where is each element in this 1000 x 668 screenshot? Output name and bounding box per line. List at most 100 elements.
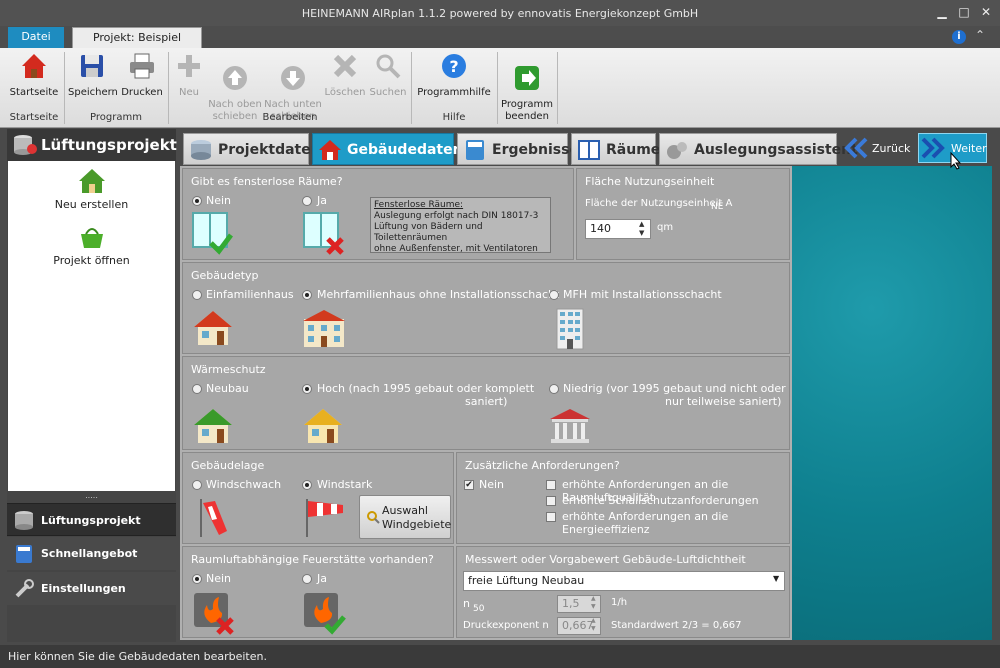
spinner-icon[interactable]: ▲ ▼: [591, 595, 596, 611]
tab-ergebnisse[interactable]: Ergebnisse: [457, 133, 579, 165]
checkbox-raumluftqualitaet[interactable]: [546, 480, 556, 490]
drucken-button[interactable]: Drucken: [120, 52, 164, 99]
windsock-high-icon: [306, 499, 343, 537]
loeschen-button[interactable]: Löschen: [324, 52, 366, 99]
checkbox-schallschutz[interactable]: [546, 496, 556, 506]
programm-beenden-button[interactable]: Programm beenden: [500, 52, 554, 135]
home-icon: [22, 54, 46, 78]
radio-niedrig[interactable]: [549, 384, 559, 394]
radio-neubau[interactable]: [192, 384, 202, 394]
info-icon[interactable]: i: [952, 30, 966, 44]
ribbon-separator: [411, 52, 412, 124]
double-chevron-left-icon: [844, 137, 868, 159]
floorplan-icon: [578, 140, 600, 160]
speichern-label: Speichern: [68, 87, 118, 98]
radio-mehrfamilienhaus[interactable]: [302, 290, 312, 300]
single-house-icon: [194, 311, 232, 345]
spinner-icon[interactable]: ▲ ▼: [591, 617, 596, 633]
projekt-oeffnen-label: Projekt öffnen: [53, 254, 130, 267]
programmhilfe-button[interactable]: ? Programmhilfe: [414, 52, 494, 99]
auswahl-windgebiete-button[interactable]: Auswahl Windgebiete: [359, 495, 451, 539]
magnifier-icon: [367, 511, 380, 524]
nav-schnellangebot-label: Schnellangebot: [41, 547, 138, 560]
group-hilfe-label: Hilfe: [442, 112, 466, 123]
radio-hoch[interactable]: [302, 384, 312, 394]
ribbon-separator: [497, 52, 498, 124]
checkbox-nein[interactable]: ✔: [464, 480, 474, 490]
maximize-icon[interactable]: □: [955, 4, 973, 20]
splitter-grip[interactable]: .....: [7, 492, 176, 501]
panel-gebaeudelage: Gebäudelage Windschwach Windstark Auswah…: [182, 452, 454, 544]
radio-fensterlos-nein[interactable]: [192, 196, 202, 206]
radio-label: Neubau: [206, 382, 249, 395]
nav-schnellangebot[interactable]: Schnellangebot: [7, 537, 176, 570]
radio-einfamilienhaus[interactable]: [192, 290, 202, 300]
radio-mfh-schacht[interactable]: [549, 290, 559, 300]
minimize-icon[interactable]: ▁: [933, 4, 951, 20]
apartment-tower-icon: [556, 308, 584, 350]
panel-title: Gebäudetyp: [191, 269, 259, 282]
tab-gebaeudedaten[interactable]: Gebäudedaten: [312, 133, 463, 165]
database-icon: [15, 511, 33, 530]
panel-title: Gibt es fensterlose Räume?: [191, 175, 343, 188]
projekt-oeffnen-item[interactable]: Projekt öffnen: [8, 223, 175, 267]
dropdown-arrow-icon[interactable]: ▼: [773, 574, 779, 583]
radio-label: Ja: [317, 572, 327, 585]
ribbon-separator: [64, 52, 65, 124]
druckexponent-label: Druckexponent n: [463, 620, 549, 631]
checkbox-label: erhöhte Anforderungen an die Energieeffi…: [562, 510, 729, 536]
renovated-house-icon: [304, 409, 342, 443]
database-icon: [14, 135, 37, 155]
spinner-icon[interactable]: ▲ ▼: [639, 220, 644, 238]
zurueck-label: Zurück: [872, 142, 911, 155]
info-line: ohne Außenfenster, mit Ventilatoren: [374, 244, 538, 254]
tab-ergebnisse-label: Ergebnisse: [492, 142, 579, 158]
tab-projektdaten-label: Projektdaten: [218, 142, 321, 158]
tab-gebaeudedaten-label: Gebäudedaten: [347, 142, 463, 158]
delete-x-icon: [333, 54, 357, 78]
panel-flaeche: Fläche Nutzungseinheit Fläche der Nutzun…: [576, 168, 790, 260]
tab-datei[interactable]: Datei: [8, 27, 64, 48]
multi-family-house-icon: [303, 310, 345, 347]
folder-stack-icon: [191, 140, 211, 160]
calculator-icon: [466, 140, 484, 160]
radio-fensterlos-ja[interactable]: [302, 196, 312, 206]
radio-feuerstaette-nein[interactable]: [192, 574, 202, 584]
tab-raeume[interactable]: Räume: [571, 133, 660, 165]
radio-windschwach[interactable]: [192, 480, 202, 490]
panel-title: Raumluftabhängige Feuerstätte vorhanden?: [191, 553, 434, 566]
suchen-label: Suchen: [369, 87, 407, 98]
main-tab-bar: Projektdaten Gebäudedaten Ergebnisse Räu…: [180, 131, 992, 166]
tab-auslegungsassistent[interactable]: Auslegungsassistent: [659, 133, 858, 165]
tab-projekt[interactable]: Projekt: Beispiel Projekt: [72, 27, 202, 64]
neu-button[interactable]: Neu: [172, 52, 206, 99]
floppy-disk-icon: [81, 55, 103, 77]
checkbox-label: erhöhte Schallschutzanforderungen: [562, 494, 759, 507]
panel-title: Gebäudelage: [191, 459, 265, 472]
info-line: Lüftung von Bädern und Toilettenräumen: [374, 222, 483, 243]
radio-windstark[interactable]: [302, 480, 312, 490]
calculator-icon: [16, 545, 32, 563]
radio-label: Hoch (nach 1995 gebaut oder komplett: [317, 382, 535, 395]
panel-gebaeudetyp: Gebäudetyp Einfamilienhaus Mehrfamilienh…: [182, 262, 790, 354]
info-line: Auslegung erfolgt nach DIN 18017-3: [374, 211, 539, 221]
checkbox-energieeffizienz[interactable]: [546, 512, 556, 522]
fireplace-check-icon: [304, 593, 346, 635]
speichern-button[interactable]: Speichern: [68, 52, 118, 99]
sidebar-header: Lüftungsprojekt: [7, 129, 177, 161]
luftdichtheit-dropdown[interactable]: freie Lüftung Neubau: [463, 571, 785, 591]
suchen-button[interactable]: Suchen: [368, 52, 408, 99]
status-bar: Hier können Sie die Gebäudedaten bearbei…: [0, 645, 1000, 668]
panel-fensterlos: Gibt es fensterlose Räume? Nein Ja Fenst…: [182, 168, 574, 260]
chevron-up-icon[interactable]: ⌃: [975, 28, 985, 42]
startseite-button[interactable]: Startseite: [6, 52, 62, 99]
left-panel: Lüftungsprojekt Neu erstellen Projekt öf…: [7, 129, 177, 642]
radio-feuerstaette-ja[interactable]: [302, 574, 312, 584]
neu-erstellen-item[interactable]: Neu erstellen: [8, 167, 175, 211]
zurueck-button[interactable]: Zurück: [842, 133, 912, 163]
panel-zusaetzlich: Zusätzliche Anforderungen? ✔ Nein erhöht…: [456, 452, 790, 544]
nav-lueftungsprojekt[interactable]: Lüftungsprojekt: [7, 503, 176, 536]
close-icon[interactable]: ✕: [977, 4, 995, 20]
nav-einstellungen[interactable]: Einstellungen: [7, 572, 176, 605]
tab-projektdaten[interactable]: Projektdaten: [183, 133, 321, 165]
